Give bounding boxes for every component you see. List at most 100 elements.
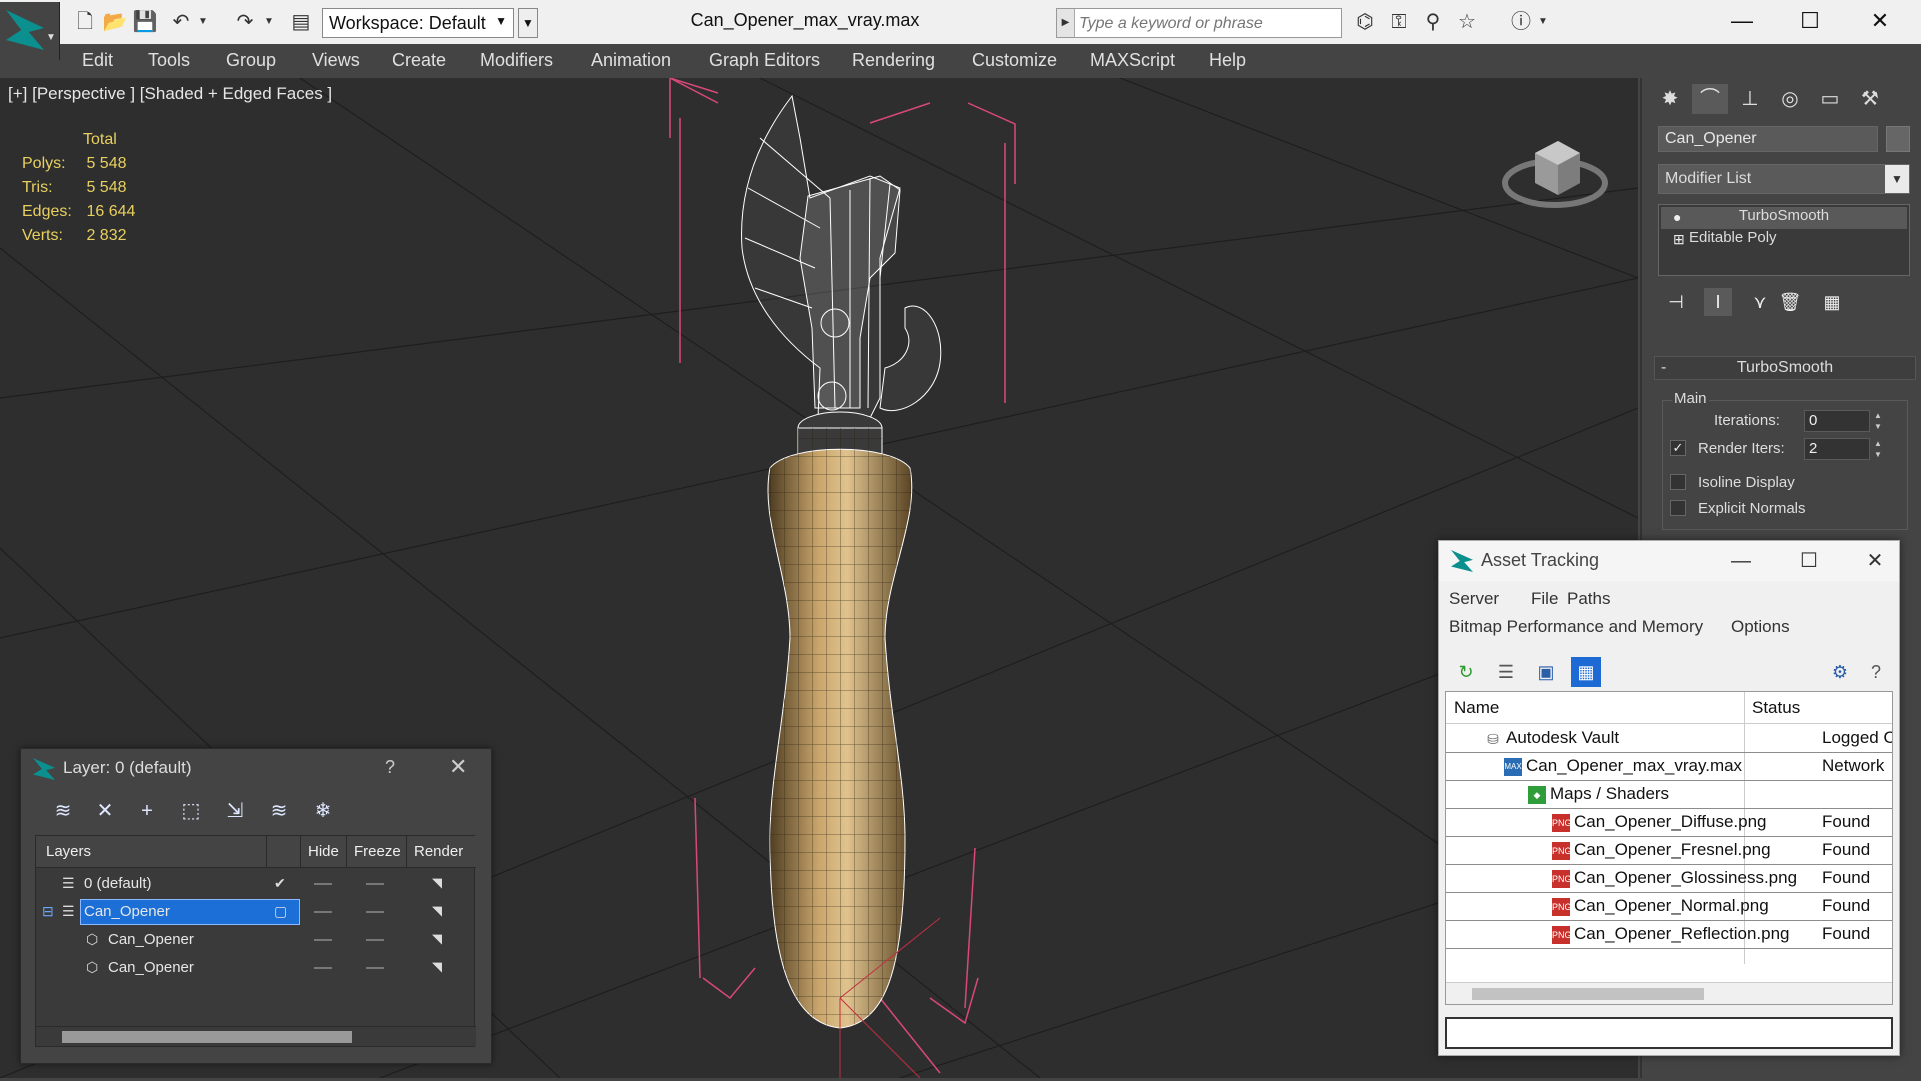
hide-all-layers-icon[interactable]: ≋ [263,797,295,825]
horizontal-scrollbar[interactable] [36,1026,476,1046]
menu-server[interactable]: Server [1449,589,1499,609]
object-name-field[interactable]: Can_Opener [1658,126,1878,152]
close-icon[interactable]: ✕ [449,754,467,780]
modifier-list-dropdown[interactable]: Modifier List ▼ [1658,164,1910,194]
column-hide[interactable]: Hide [308,843,339,860]
refresh-icon[interactable]: ↻ [1451,657,1481,687]
motion-tab-icon[interactable]: ◎ [1772,84,1808,114]
star-icon[interactable]: ☆ [1454,10,1480,34]
column-name[interactable]: Name [1454,698,1499,718]
project-folder-icon[interactable]: ▤ [288,10,314,34]
hide-toggle[interactable] [314,911,332,913]
help-dropdown-icon[interactable]: ▼ [1530,10,1556,34]
lightbulb-icon[interactable]: ● [1673,209,1681,225]
render-toggle-icon[interactable]: ◥ [432,931,442,947]
freeze-toggle[interactable] [366,911,384,913]
help-icon[interactable]: ? [1861,657,1891,687]
minimize-button[interactable]: — [1718,4,1766,38]
isoline-display-checkbox[interactable] [1670,474,1686,490]
hide-toggle[interactable] [314,939,332,941]
quick-access-customize-icon[interactable]: ▼ [518,8,538,38]
asset-row[interactable]: PNG Can_Opener_Reflection.png Found [1446,921,1892,949]
minimize-button[interactable]: — [1719,545,1763,577]
search-expand-icon[interactable]: ▶ [1057,9,1075,37]
search-input[interactable] [1079,13,1329,35]
spinner-arrows-icon[interactable]: ▲ ▼ [1872,438,1884,460]
viewcube[interactable] [1500,123,1610,213]
select-objects-icon[interactable]: ⬚ [175,797,207,825]
layer-row[interactable]: ⊟ ☰ Can_Opener ▢ ◥ [36,898,476,926]
menu-edit[interactable]: Edit [82,50,113,71]
thumbnail-view-icon[interactable]: ▣ [1531,657,1561,687]
asset-row[interactable]: ⛁ Autodesk Vault Logged O [1446,725,1892,753]
column-freeze[interactable]: Freeze [354,843,401,860]
column-render[interactable]: Render [414,843,463,860]
object-color-swatch[interactable] [1886,126,1910,152]
communication-icon[interactable]: ⚲ [1420,10,1446,34]
layer-row[interactable]: ⬡ Can_Opener ◥ [36,926,476,954]
turbosmooth-rollout-header[interactable]: - TurboSmooth [1654,356,1916,380]
menu-maxscript[interactable]: MAXScript [1090,50,1175,71]
hide-toggle[interactable] [314,883,332,885]
new-file-icon[interactable]: 🗋 [72,10,98,34]
asset-dialog-titlebar[interactable]: Asset Tracking — ☐ ✕ [1439,541,1899,581]
horizontal-scrollbar[interactable] [1446,982,1892,1004]
maximize-button[interactable]: ☐ [1786,4,1834,38]
undo-dropdown-icon[interactable]: ▼ [190,10,216,34]
render-toggle-icon[interactable]: ◥ [432,875,442,891]
menu-paths[interactable]: Paths [1567,589,1610,609]
redo-dropdown-icon[interactable]: ▼ [256,10,282,34]
menu-file[interactable]: File [1531,589,1558,609]
menu-options[interactable]: Options [1731,617,1790,637]
menu-create[interactable]: Create [392,50,446,71]
stack-item-turbosmooth[interactable]: ● TurboSmooth [1661,207,1907,229]
layer-row[interactable]: ⬡ Can_Opener ◥ [36,954,476,982]
freeze-toggle[interactable] [366,967,384,969]
open-folder-icon[interactable]: 📂 [102,10,128,34]
menu-customize[interactable]: Customize [972,50,1057,71]
binoculars-icon[interactable]: ⌬ [1352,10,1378,34]
column-status[interactable]: Status [1752,698,1800,718]
menu-bitmap-performance[interactable]: Bitmap Performance and Memory [1449,617,1703,637]
layer-dialog-titlebar[interactable]: Layer: 0 (default) ? ✕ [21,749,491,787]
viewport-label[interactable]: [+] [Perspective ] [Shaded + Edged Faces… [8,84,332,104]
menu-tools[interactable]: Tools [148,50,190,71]
asset-row[interactable]: PNG Can_Opener_Fresnel.png Found [1446,837,1892,865]
iterations-spinner[interactable]: 0 [1804,410,1870,432]
render-toggle-icon[interactable]: ◥ [432,959,442,975]
menu-graph-editors[interactable]: Graph Editors [709,50,820,71]
display-tab-icon[interactable]: ▭ [1812,84,1848,114]
table-view-icon[interactable]: ▦ [1571,657,1601,687]
asset-row[interactable]: PNG Can_Opener_Diffuse.png Found [1446,809,1892,837]
freeze-all-layers-icon[interactable]: ❄ [307,797,339,825]
asset-path-field[interactable] [1445,1017,1893,1049]
set-current-layer-icon[interactable]: ▢ [274,903,287,920]
menu-rendering[interactable]: Rendering [852,50,935,71]
current-layer-check-icon[interactable]: ✔ [274,875,286,892]
modify-tab-icon[interactable]: ⌒ [1692,84,1728,114]
list-view-icon[interactable]: ☰ [1491,657,1521,687]
remove-modifier-icon[interactable]: 🗑 [1776,288,1804,316]
create-layer-icon[interactable]: ≋ [47,797,79,825]
asset-row[interactable]: PNG Can_Opener_Glossiness.png Found [1446,865,1892,893]
save-icon[interactable]: 💾 [132,10,158,34]
highlight-layer-icon[interactable]: ⇲ [219,797,251,825]
configure-modifier-sets-icon[interactable]: ▦ [1818,288,1846,316]
add-to-layer-icon[interactable]: + [131,797,163,825]
layer-row[interactable]: ☰ 0 (default) ✔ ◥ [36,870,476,898]
expand-icon[interactable]: ⊞ [1673,231,1685,248]
close-button[interactable]: ✕ [1853,545,1897,577]
key-icon[interactable]: ⚿ [1386,10,1412,34]
freeze-toggle[interactable] [366,939,384,941]
scrollbar-thumb[interactable] [62,1031,352,1043]
explicit-normals-checkbox[interactable] [1670,500,1686,516]
freeze-toggle[interactable] [366,883,384,885]
column-layers[interactable]: Layers [46,843,91,860]
pin-stack-icon[interactable]: ⊣ [1662,288,1690,316]
stack-item-editable-poly[interactable]: ⊞ Editable Poly [1661,229,1907,251]
menu-views[interactable]: Views [312,50,360,71]
collapse-icon[interactable]: ⊟ [42,903,54,920]
hide-toggle[interactable] [314,967,332,969]
scrollbar-thumb[interactable] [1472,988,1704,1000]
vault-connect-icon[interactable]: ⚙ [1825,657,1855,687]
